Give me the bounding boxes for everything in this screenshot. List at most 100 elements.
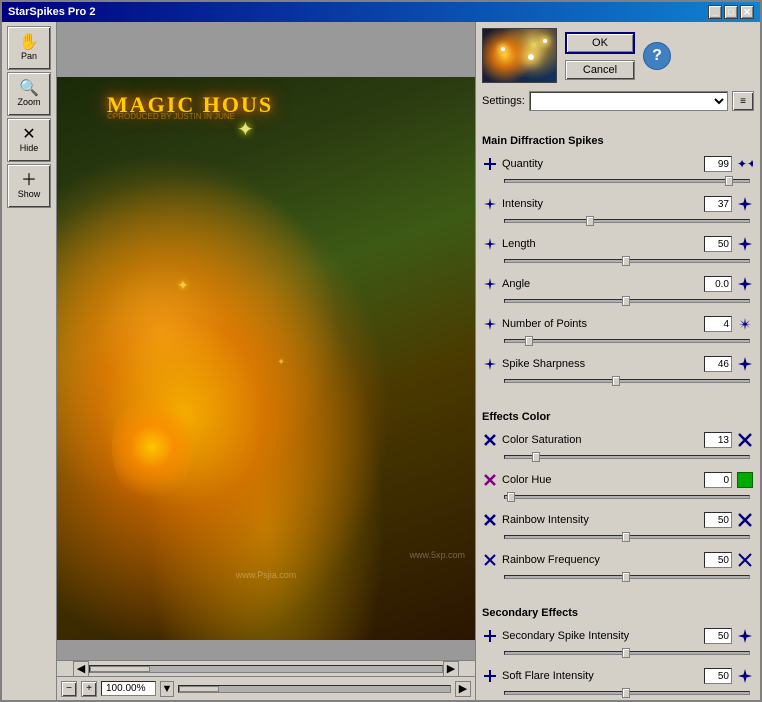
preview-star-2 [528, 54, 534, 60]
slider-track-rainbow-freq[interactable] [504, 575, 750, 579]
sec-spike-icon-left [482, 628, 498, 644]
param-row-num-points: Number of Points 4 [482, 315, 754, 333]
slider-color-saturation[interactable] [482, 455, 754, 459]
slider-track-length[interactable] [504, 259, 750, 263]
slider-quantity[interactable] [482, 179, 754, 183]
main-content: ✋ Pan 🔍 Zoom ✕ Hide ＋ Show MAGIC HOUS [2, 22, 760, 700]
slider-track-spike-sharpness[interactable] [504, 379, 750, 383]
zoom-tool[interactable]: 🔍 Zoom [7, 72, 51, 116]
scroll-thumb-horizontal[interactable] [90, 666, 150, 672]
slider-track-quantity[interactable] [504, 179, 750, 183]
slider-thumb-soft-flare[interactable] [622, 688, 630, 698]
spike-sharpness-value: 46 [704, 356, 732, 372]
scroll-track-horizontal[interactable] [89, 665, 443, 673]
slider-thumb-sec-spike[interactable] [622, 648, 630, 658]
slider-thumb-color-sat[interactable] [532, 452, 540, 462]
quantity-value: 99 [704, 156, 732, 172]
scroll-left-button[interactable]: ◀ [73, 661, 89, 677]
slider-angle[interactable] [482, 299, 754, 303]
show-tool[interactable]: ＋ Show [7, 164, 51, 208]
color-hue-value: 0 [704, 472, 732, 488]
num-points-star-icon [483, 317, 497, 331]
scroll-end-button[interactable]: ▶ [455, 681, 471, 697]
hide-icon: ✕ [22, 127, 35, 143]
horizontal-scrollbar[interactable]: ◀ ▶ [57, 660, 475, 676]
scroll-thumb-bottom[interactable] [179, 686, 219, 692]
maximize-button[interactable]: □ [724, 5, 738, 19]
slider-rainbow-intensity[interactable] [482, 535, 754, 539]
angle-icon-right [736, 275, 754, 293]
param-row-rainbow-frequency: Rainbow Frequency 50 [482, 551, 754, 569]
action-buttons: OK Cancel [565, 32, 635, 80]
spike-sharpness-icon-left [482, 356, 498, 372]
slider-thumb-spike-sharpness[interactable] [612, 376, 620, 386]
pan-tool[interactable]: ✋ Pan [7, 26, 51, 70]
slider-thumb-quantity[interactable] [725, 176, 733, 186]
hide-tool[interactable]: ✕ Hide [7, 118, 51, 162]
zoom-icon: 🔍 [19, 81, 39, 97]
param-secondary-spike: Secondary Spike Intensity 50 [482, 627, 754, 661]
slider-secondary-spike[interactable] [482, 651, 754, 655]
sparkle-3: ✦ [277, 357, 285, 368]
zoom-out-button[interactable]: − [61, 681, 77, 697]
slider-thumb-rainbow-freq[interactable] [622, 572, 630, 582]
slider-track-color-hue[interactable] [504, 495, 750, 499]
zoom-in-button[interactable]: + [81, 681, 97, 697]
slider-track-sec-spike[interactable] [504, 651, 750, 655]
slider-intensity[interactable] [482, 219, 754, 223]
slider-thumb-angle[interactable] [622, 296, 630, 306]
color-saturation-value: 13 [704, 432, 732, 448]
param-soft-flare: Soft Flare Intensity 50 [482, 667, 754, 700]
num-points-value: 4 [704, 316, 732, 332]
title-bar: StarSpikes Pro 2 _ □ ✕ [2, 2, 760, 22]
angle-icon-left [482, 276, 498, 292]
angle-star-icon [483, 277, 497, 291]
slider-num-points[interactable] [482, 339, 754, 343]
minimize-button[interactable]: _ [708, 5, 722, 19]
preview-star-1 [501, 47, 505, 51]
slider-thumb-rainbow-int[interactable] [622, 532, 630, 542]
settings-row: Settings: ≡ [482, 91, 754, 111]
slider-soft-flare[interactable] [482, 691, 754, 695]
rainbow-intensity-label: Rainbow Intensity [502, 514, 700, 526]
settings-dropdown[interactable] [529, 91, 728, 111]
produced-text: ©PRODUCED BY JUSTIN IN JUNE [107, 112, 235, 121]
quantity-label: Quantity [502, 158, 700, 170]
slider-spike-sharpness[interactable] [482, 379, 754, 383]
slider-color-hue[interactable] [482, 495, 754, 499]
close-button[interactable]: ✕ [740, 5, 754, 19]
canvas-top-gray [57, 22, 475, 77]
angle-label: Angle [502, 278, 700, 290]
bottom-bar: − + 100.00% ▼ ▶ [57, 676, 475, 700]
slider-track-intensity[interactable] [504, 219, 750, 223]
sparkle-2: ✦ [177, 277, 189, 294]
x-icon-blue-right-2 [737, 512, 753, 528]
color-saturation-label: Color Saturation [502, 434, 700, 446]
slider-length[interactable] [482, 259, 754, 263]
ok-button[interactable]: OK [565, 32, 635, 54]
cancel-button[interactable]: Cancel [565, 60, 635, 80]
slider-track-soft-flare[interactable] [504, 691, 750, 695]
param-row-color-hue: Color Hue 0 [482, 471, 754, 489]
scroll-right-button[interactable]: ▶ [443, 661, 459, 677]
zoom-dropdown-button[interactable]: ▼ [160, 681, 174, 697]
color-hue-icon-right [736, 471, 754, 489]
param-row-intensity: Intensity 37 [482, 195, 754, 213]
slider-track-color-sat[interactable] [504, 455, 750, 459]
help-button[interactable]: ? [643, 42, 671, 70]
slider-thumb-num-points[interactable] [525, 336, 533, 346]
rainbow-frequency-value: 50 [704, 552, 732, 568]
slider-thumb-intensity[interactable] [586, 216, 594, 226]
canvas-image[interactable]: MAGIC HOUS ©PRODUCED BY JUSTIN IN JUNE ✦… [57, 77, 475, 640]
settings-menu-button[interactable]: ≡ [732, 91, 754, 111]
slider-thumb-color-hue[interactable] [507, 492, 515, 502]
green-square-button[interactable] [737, 472, 753, 488]
lantern-glow [112, 387, 192, 507]
slider-rainbow-frequency[interactable] [482, 575, 754, 579]
slider-track-num-points[interactable] [504, 339, 750, 343]
scroll-track-bottom[interactable] [178, 685, 451, 693]
slider-thumb-length[interactable] [622, 256, 630, 266]
quantity-icon-left [482, 156, 498, 172]
slider-track-angle[interactable] [504, 299, 750, 303]
slider-track-rainbow-int[interactable] [504, 535, 750, 539]
